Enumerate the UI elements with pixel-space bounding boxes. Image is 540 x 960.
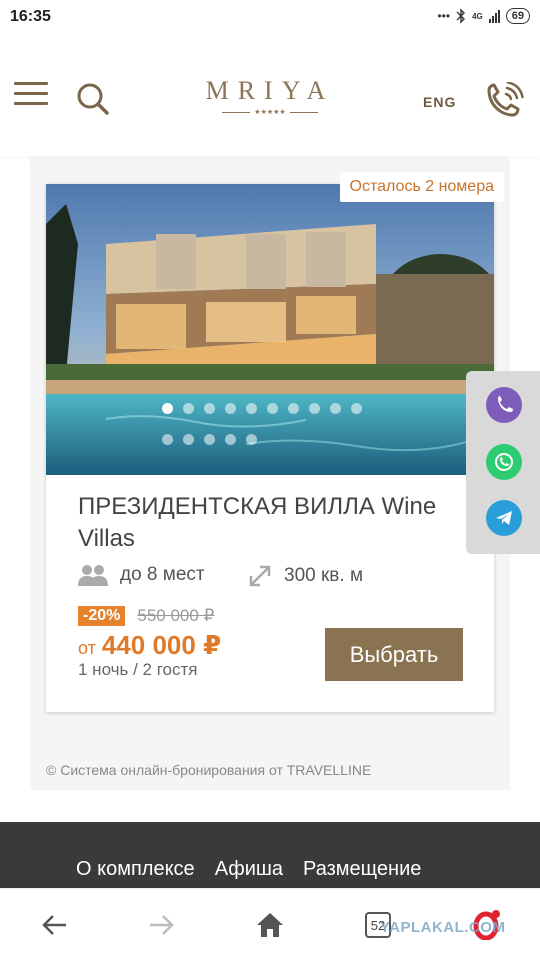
search-icon[interactable]: [76, 82, 110, 116]
footer-link-events[interactable]: Афиша: [215, 858, 283, 881]
rooms-left-badge: Осталось 2 номера: [339, 172, 504, 202]
discount-badge: -20%: [78, 606, 126, 626]
home-icon[interactable]: [252, 907, 288, 943]
villa-image: [46, 184, 494, 475]
old-price: 550 000 ₽: [137, 606, 215, 625]
viber-icon[interactable]: [486, 387, 522, 423]
area-text: 300 кв. м: [284, 565, 364, 586]
photo-dot[interactable]: [162, 434, 173, 445]
signal-icon: [488, 9, 500, 23]
network-type: 4G: [472, 11, 483, 21]
select-button[interactable]: Выбрать: [325, 628, 463, 681]
messenger-panel: [466, 371, 540, 554]
area-feature: 300 кв. м: [248, 564, 363, 588]
stay-info: 1 ночь / 2 гостя: [78, 660, 198, 679]
logo-text: MRIYA: [205, 76, 335, 105]
photo-dot[interactable]: [183, 403, 194, 414]
photo-dot[interactable]: [204, 434, 215, 445]
photo-dot[interactable]: [309, 403, 320, 414]
guests-icon: [78, 565, 108, 586]
capacity-feature: до 8 мест: [78, 564, 205, 586]
room-title[interactable]: ПРЕЗИДЕНТСКАЯ ВИЛЛА Wine Villas: [78, 491, 478, 555]
status-bar: 16:35 ••• 4G 69: [0, 0, 540, 36]
photo-dot[interactable]: [204, 403, 215, 414]
phone-icon[interactable]: [484, 82, 524, 120]
photo-dot[interactable]: [330, 403, 341, 414]
room-card: Осталось 2 номера ПРЕЗИДЕНТСКАЯ ВИЛЛА Wi…: [46, 172, 504, 712]
site-logo[interactable]: MRIYA ★★★★★: [190, 76, 350, 116]
more-dots-icon: •••: [437, 9, 451, 23]
photo-dot[interactable]: [246, 434, 257, 445]
browser-toolbar: 52 YAPLAKAL.COM: [0, 888, 540, 960]
footer-link-about[interactable]: О комплексе: [76, 858, 195, 881]
site-footer: О комплексе Афиша Размещение: [0, 822, 540, 888]
photo-dot[interactable]: [162, 403, 173, 414]
photo-dot[interactable]: [246, 403, 257, 414]
forward-arrow-icon[interactable]: [144, 907, 180, 943]
status-icons: ••• 4G 69: [437, 8, 530, 24]
menu-icon[interactable]: [14, 82, 48, 110]
price-value: 440 000 ₽: [101, 630, 222, 660]
logo-stars: ★★★★★: [190, 108, 350, 116]
photo-dot[interactable]: [288, 403, 299, 414]
photo-pagination-row1: [162, 403, 362, 414]
status-time: 16:35: [10, 8, 51, 25]
bluetooth-icon: [456, 8, 466, 24]
price-row: от 440 000 ₽: [78, 630, 221, 661]
travelline-credit[interactable]: © Система онлайн-бронирования от TRAVELL…: [46, 762, 371, 778]
battery-indicator: 69: [505, 8, 530, 24]
discount-row: -20% 550 000 ₽: [78, 606, 214, 626]
site-header: MRIYA ★★★★★ ENG: [0, 36, 540, 156]
photo-dot[interactable]: [351, 403, 362, 414]
photo-pagination-row2: [162, 434, 362, 445]
telegram-icon[interactable]: [486, 500, 522, 536]
room-photo[interactable]: [46, 184, 494, 475]
area-arrows-icon: [249, 565, 271, 587]
footer-nav: О комплексе Афиша Размещение: [76, 858, 421, 881]
language-switch[interactable]: ENG: [423, 94, 456, 110]
whatsapp-icon[interactable]: [486, 444, 522, 480]
site-watermark: YAPLAKAL.COM: [380, 919, 506, 936]
photo-dot[interactable]: [267, 403, 278, 414]
price-prefix: от: [78, 638, 96, 658]
photo-dot[interactable]: [183, 434, 194, 445]
capacity-text: до 8 мест: [120, 564, 205, 585]
photo-dot[interactable]: [225, 434, 236, 445]
footer-link-accommodation[interactable]: Размещение: [303, 858, 421, 881]
back-arrow-icon[interactable]: [36, 907, 72, 943]
photo-dot[interactable]: [225, 403, 236, 414]
